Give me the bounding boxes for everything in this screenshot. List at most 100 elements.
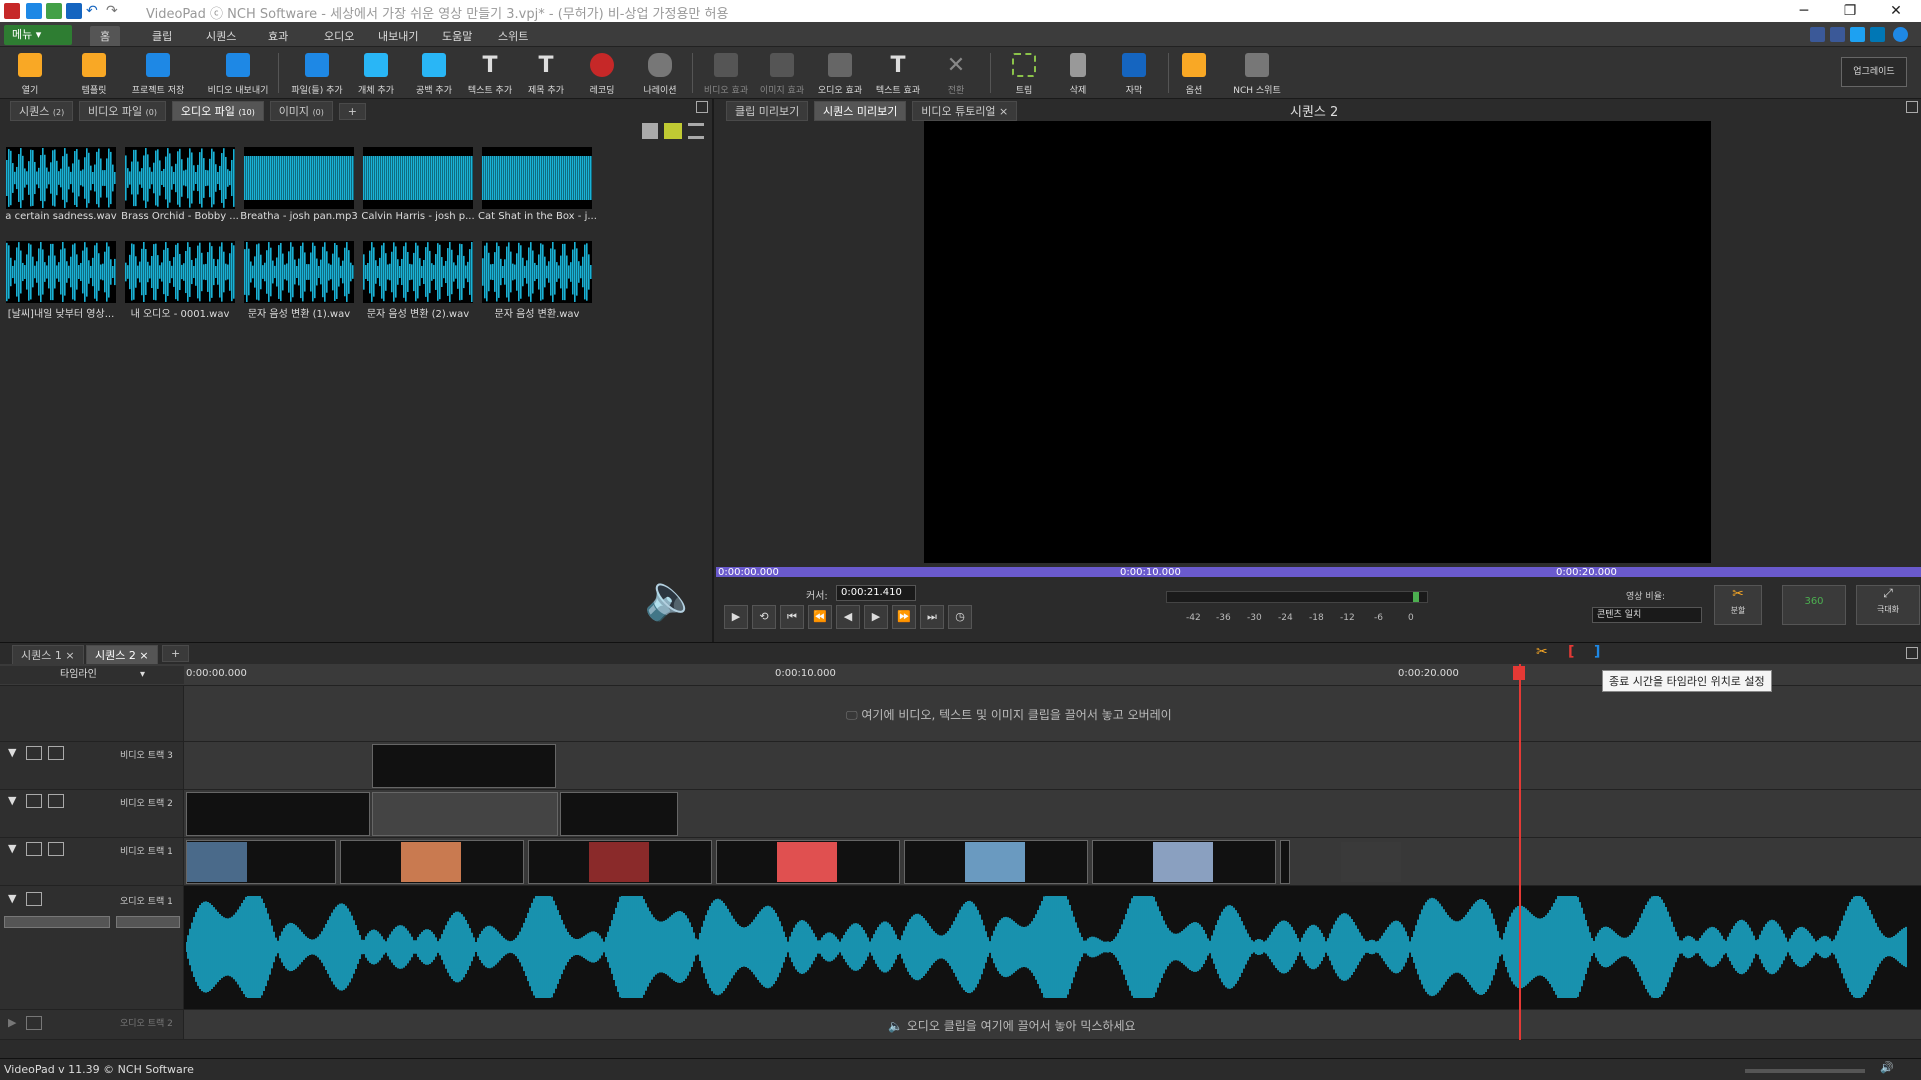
timeline-clip[interactable] — [1092, 840, 1276, 884]
timeline-clip[interactable] — [904, 840, 1088, 884]
volume-icon[interactable]: 🔊 — [1880, 1061, 1894, 1074]
transition-button[interactable]: ✕ 전환 — [928, 51, 984, 97]
facebook-icon[interactable] — [1830, 27, 1845, 42]
video-track-3[interactable]: ▼ 비디오 트랙 3 — [0, 742, 1921, 790]
undock-preview-icon[interactable] — [1906, 101, 1918, 113]
loop-button[interactable]: ⟲ — [752, 605, 776, 629]
media-thumbnail[interactable] — [125, 241, 235, 303]
add-bin-tab-button[interactable]: + — [338, 103, 366, 120]
audio-waveform[interactable] — [186, 888, 1907, 1006]
set-start-icon[interactable]: [ — [1568, 644, 1582, 662]
zoom-slider[interactable] — [1745, 1069, 1865, 1073]
tab-sequence[interactable]: 시퀀스 — [196, 26, 246, 46]
add-object-button[interactable]: 개체 추가 — [348, 51, 404, 97]
media-thumbnail[interactable] — [244, 147, 354, 209]
template-button[interactable]: 템플릿 — [66, 51, 122, 97]
audio-track-2[interactable]: ▶ 오디오 트랙 2 🔈 오디오 클립을 여기에 끌어서 놓아 믹스하세요 — [0, 1010, 1921, 1040]
tab-video-files[interactable]: 비디오 파일 (0) — [79, 101, 166, 121]
expand-icon[interactable]: ▶ — [8, 1016, 16, 1029]
go-end-button[interactable]: ⏭ — [920, 605, 944, 629]
tab-effects[interactable]: 효과 — [258, 26, 298, 46]
split-button[interactable]: ✂ 분할 — [1714, 585, 1762, 625]
media-thumbnail[interactable] — [482, 241, 592, 303]
collapse-icon[interactable]: ▼ — [8, 842, 16, 855]
video-track-1[interactable]: ▼ 비디오 트랙 1 — [0, 838, 1921, 886]
media-thumbnail[interactable] — [244, 241, 354, 303]
image-effects-button[interactable]: 이미지 효과 — [754, 51, 810, 97]
timeline-clip[interactable] — [186, 840, 336, 884]
media-thumbnail[interactable] — [363, 147, 473, 209]
like-icon[interactable] — [1810, 27, 1825, 42]
open-button[interactable]: 열기 — [2, 51, 58, 97]
aspect-select[interactable]: 콘텐츠 일치 — [1592, 607, 1702, 623]
tab-home[interactable]: 홈 — [90, 26, 121, 46]
volume-slider[interactable] — [4, 916, 110, 928]
visibility-icon[interactable] — [26, 842, 42, 856]
undock-timeline-icon[interactable] — [1906, 647, 1918, 659]
pan-slider[interactable] — [116, 916, 180, 928]
redo-icon[interactable]: ↷ — [106, 3, 122, 19]
upgrade-button[interactable]: 업그레이드 — [1841, 57, 1907, 87]
tab-audio[interactable]: 오디오 — [314, 26, 364, 46]
vr360-button[interactable]: 360 — [1782, 585, 1846, 625]
video-track-2[interactable]: ▼ 비디오 트랙 2 — [0, 790, 1921, 838]
video-effects-button[interactable]: 비디오 효과 — [698, 51, 754, 97]
text-effects-button[interactable]: T 텍스트 효과 — [870, 51, 926, 97]
preview-scrub-bar[interactable] — [716, 567, 1921, 577]
speaker-toggle-icon[interactable] — [26, 1016, 42, 1030]
timeline-gap[interactable] — [372, 792, 558, 836]
nch-suite-button[interactable]: NCH 스위트 — [1226, 51, 1288, 97]
step-back-button[interactable]: ◀ — [836, 605, 860, 629]
tab-suite[interactable]: 스위트 — [488, 26, 538, 46]
timeline-clip[interactable] — [340, 840, 524, 884]
speed-button[interactable]: ◷ — [948, 605, 972, 629]
tab-video-tutorial[interactable]: 비디오 튜토리얼 × — [912, 101, 1018, 121]
tab-export[interactable]: 내보내기 — [368, 26, 428, 46]
record-button[interactable]: 레코딩 — [574, 51, 630, 97]
tab-sequence-2[interactable]: 시퀀스 2 × — [86, 645, 158, 665]
delete-bin-icon[interactable] — [642, 123, 658, 139]
prev-frame-button[interactable]: ⏪ — [808, 605, 832, 629]
narration-button[interactable]: 나레이션 — [632, 51, 688, 97]
add-files-button[interactable]: 파일(들) 추가 — [288, 51, 346, 97]
split-scissors-icon[interactable]: ✂ — [1536, 644, 1556, 662]
tab-audio-files[interactable]: 오디오 파일 (10) — [171, 101, 264, 121]
video-preview-screen[interactable] — [924, 121, 1711, 563]
tab-sequence-preview[interactable]: 시퀀스 미리보기 — [814, 101, 907, 121]
tab-clip-preview[interactable]: 클립 미리보기 — [726, 101, 809, 121]
save-project-button[interactable]: 프로젝트 저장 — [128, 51, 188, 97]
open-icon[interactable] — [46, 3, 62, 19]
speaker-toggle-icon[interactable] — [26, 892, 42, 906]
options-button[interactable]: 옵션 — [1166, 51, 1222, 97]
new-folder-icon[interactable] — [664, 123, 682, 139]
audio-effects-button[interactable]: 오디오 효과 — [812, 51, 868, 97]
visibility-icon[interactable] — [26, 794, 42, 808]
visibility-icon[interactable] — [26, 746, 42, 760]
media-thumbnail[interactable] — [125, 147, 235, 209]
fullscreen-button[interactable]: ⤢ 극대화 — [1856, 585, 1920, 625]
step-forward-button[interactable]: ▶ — [864, 605, 888, 629]
timeline-view-select[interactable]: 타임라인 ▾ — [0, 666, 184, 684]
new-icon[interactable] — [26, 3, 42, 19]
close-button[interactable]: ✕ — [1873, 0, 1919, 22]
trim-button[interactable]: 트림 — [996, 51, 1052, 97]
blend-icon[interactable] — [48, 794, 64, 808]
media-thumbnail[interactable] — [6, 241, 116, 303]
undock-icon[interactable] — [696, 101, 708, 113]
audio-track-1[interactable]: ▼ 오디오 트랙 1 — [0, 886, 1921, 1010]
tab-sequences[interactable]: 시퀀스 (2) — [10, 101, 74, 121]
tab-help[interactable]: 도움말 — [432, 26, 482, 46]
timeline-clip[interactable] — [716, 840, 900, 884]
timeline-clip[interactable] — [372, 744, 556, 788]
go-start-button[interactable]: ⏮ — [780, 605, 804, 629]
tab-sequence-1[interactable]: 시퀀스 1 × — [12, 645, 84, 665]
timeline-clip[interactable] — [1280, 840, 1401, 884]
blend-icon[interactable] — [48, 746, 64, 760]
main-menu-button[interactable]: 메뉴 ▾ — [4, 25, 72, 45]
collapse-icon[interactable]: ▼ — [8, 892, 16, 905]
twitter-icon[interactable] — [1850, 27, 1865, 42]
timeline-clip[interactable] — [560, 792, 678, 836]
next-frame-button[interactable]: ⏩ — [892, 605, 916, 629]
timeline-playhead[interactable] — [1519, 664, 1521, 1040]
media-thumbnail[interactable] — [363, 241, 473, 303]
